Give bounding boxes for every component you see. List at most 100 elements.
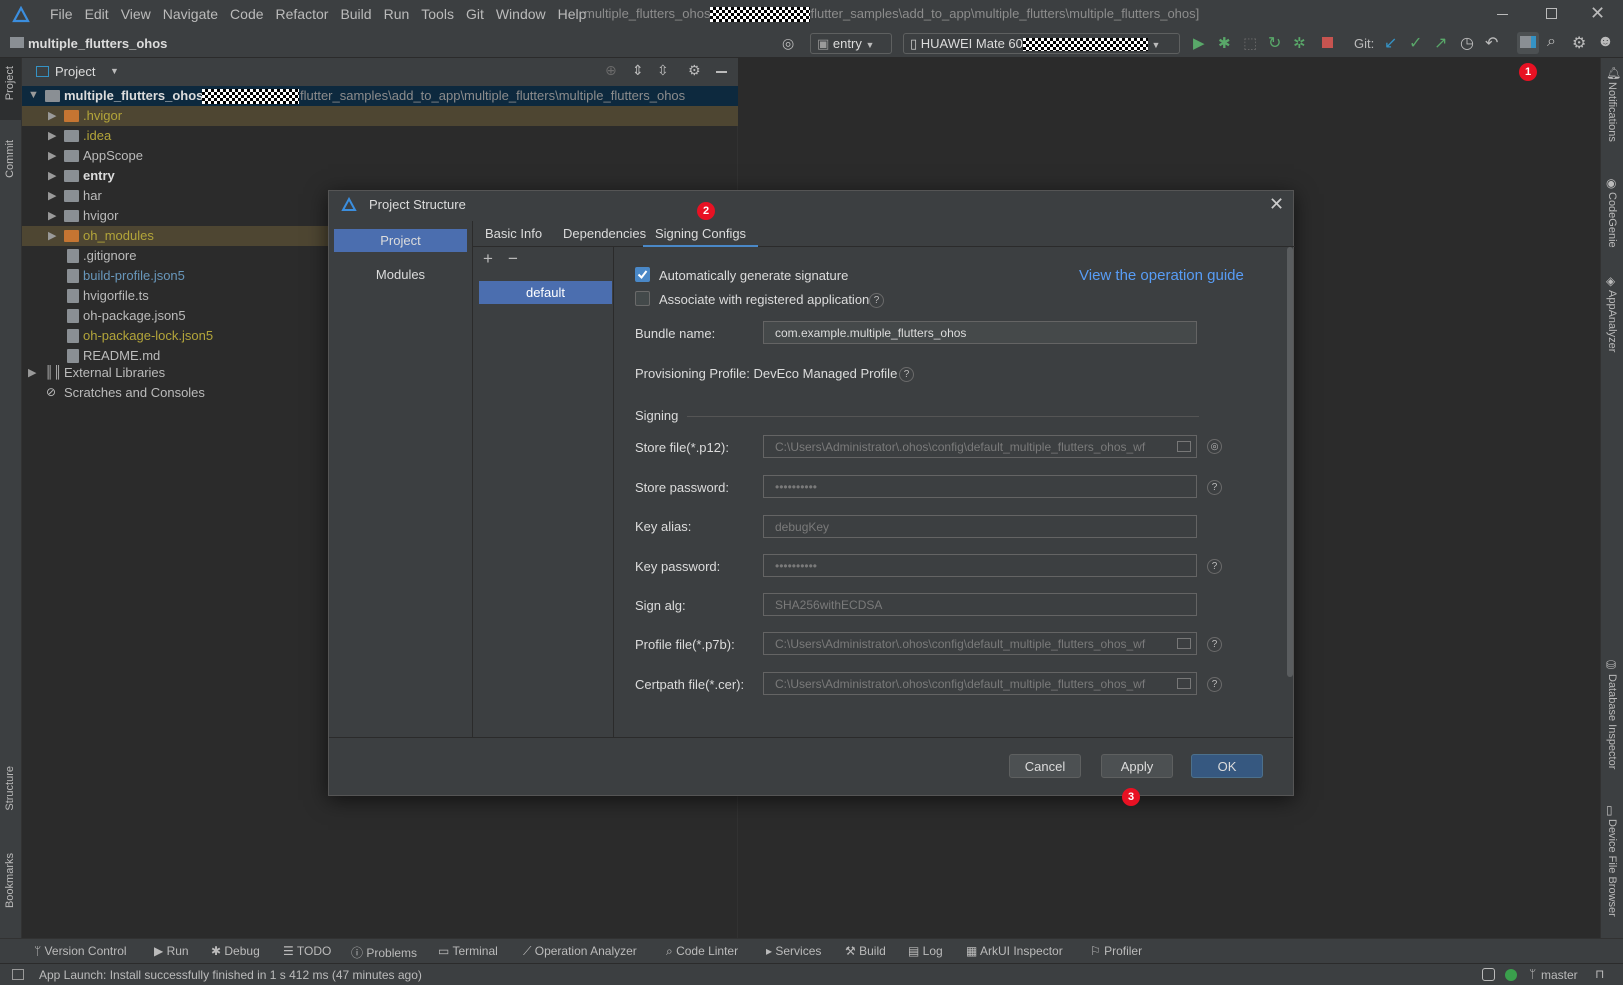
settings-gear-icon[interactable]: ⚙ bbox=[1572, 33, 1586, 53]
tool-profiler[interactable]: ⚐ Profiler bbox=[1090, 944, 1142, 958]
chevron-down-icon[interactable]: ▼ bbox=[28, 89, 39, 101]
operation-guide-link[interactable]: View the operation guide bbox=[1079, 267, 1244, 284]
status-message[interactable]: App Launch: Install successfully finishe… bbox=[39, 968, 422, 982]
collapse-all-icon[interactable]: ⇳ bbox=[657, 62, 669, 79]
menu-refactor[interactable]: Refactor bbox=[270, 6, 335, 22]
nav-modules[interactable]: Modules bbox=[334, 263, 467, 286]
browse-folder-icon[interactable] bbox=[1177, 678, 1191, 689]
tool-operation-analyzer[interactable]: ⟋ Operation Analyzer bbox=[523, 944, 637, 959]
tool-tab-database-inspector[interactable]: Database Inspector bbox=[1606, 674, 1618, 769]
tool-log[interactable]: ▤ Log bbox=[908, 944, 943, 958]
minimize-icon[interactable] bbox=[1497, 14, 1508, 15]
tool-problems[interactable]: ⓘ Problems bbox=[351, 944, 417, 961]
ok-button[interactable]: OK bbox=[1191, 754, 1263, 778]
certpath-file-field[interactable]: C:\Users\Administrator\.ohos\config\defa… bbox=[763, 672, 1197, 695]
help-icon[interactable]: ? bbox=[869, 293, 884, 308]
rollback-icon[interactable]: ↶ bbox=[1485, 33, 1498, 53]
associate-checkbox[interactable] bbox=[635, 291, 650, 306]
menu-view[interactable]: View bbox=[115, 6, 157, 22]
apply-button[interactable]: Apply bbox=[1101, 754, 1173, 778]
profile-file-field[interactable]: C:\Users\Administrator\.ohos\config\defa… bbox=[763, 632, 1197, 655]
chevron-right-icon[interactable]: ▶ bbox=[48, 189, 56, 202]
sign-alg-field[interactable]: SHA256withECDSA bbox=[763, 593, 1197, 616]
lock-icon[interactable]: ⊓ bbox=[1595, 967, 1604, 981]
help-icon[interactable]: ? bbox=[899, 367, 914, 382]
panel-gear-icon[interactable]: ⚙ bbox=[688, 62, 701, 79]
form-scrollbar[interactable] bbox=[1287, 247, 1293, 677]
tree-root[interactable]: ▼ multiple_flutters_ohos flutter_samples… bbox=[22, 86, 738, 106]
tab-basic-info[interactable]: Basic Info bbox=[485, 226, 542, 241]
codegenie-icon[interactable]: ◉ bbox=[1606, 176, 1616, 190]
menu-code[interactable]: Code bbox=[224, 6, 269, 22]
run-config-select[interactable]: ▣ entry ▼ bbox=[810, 33, 892, 54]
profile-icon[interactable]: ✲ bbox=[1293, 34, 1306, 52]
help-icon[interactable]: ? bbox=[1207, 480, 1222, 495]
hide-panel-icon[interactable] bbox=[716, 71, 727, 73]
tool-tab-appanalyzer[interactable]: AppAnalyzer bbox=[1606, 290, 1618, 352]
tree-item[interactable]: ▶ .hvigor bbox=[22, 106, 738, 126]
chevron-right-icon[interactable]: ▶ bbox=[28, 366, 36, 379]
notifications-bell-icon[interactable]: 🔔︎ bbox=[1606, 66, 1621, 80]
key-alias-field[interactable]: debugKey bbox=[763, 515, 1197, 538]
attach-debugger-icon[interactable]: ⬚ bbox=[1243, 34, 1257, 52]
close-icon[interactable]: ✕ bbox=[1269, 194, 1284, 215]
device-file-icon[interactable]: ▯ bbox=[1606, 803, 1613, 817]
target-icon[interactable]: ◎ bbox=[782, 35, 794, 52]
menu-file[interactable]: File bbox=[44, 6, 79, 22]
menu-navigate[interactable]: Navigate bbox=[157, 6, 224, 22]
cancel-button[interactable]: Cancel bbox=[1009, 754, 1081, 778]
help-icon[interactable]: ? bbox=[1207, 637, 1222, 652]
tool-tab-structure[interactable]: Structure bbox=[4, 766, 16, 811]
menu-run[interactable]: Run bbox=[378, 6, 416, 22]
run-icon[interactable]: ▶ bbox=[1193, 34, 1205, 52]
menu-window[interactable]: Window bbox=[490, 6, 552, 22]
config-item-default[interactable]: default bbox=[479, 281, 612, 304]
help-icon[interactable]: ? bbox=[1207, 559, 1222, 574]
menu-edit[interactable]: Edit bbox=[79, 6, 115, 22]
database-icon[interactable]: ⛁ bbox=[1606, 658, 1616, 672]
chevron-right-icon[interactable]: ▶ bbox=[48, 129, 56, 142]
store-file-field[interactable]: C:\Users\Administrator\.ohos\config\defa… bbox=[763, 435, 1197, 458]
store-password-field[interactable]: •••••••••• bbox=[763, 475, 1197, 498]
git-branch[interactable]: master bbox=[1541, 968, 1578, 982]
help-icon[interactable]: ? bbox=[1207, 677, 1222, 692]
chevron-down-icon[interactable]: ▼ bbox=[110, 66, 119, 76]
git-push-icon[interactable]: ↗ bbox=[1434, 33, 1447, 53]
locate-icon[interactable]: ⊕ bbox=[605, 62, 617, 79]
tool-arkui-inspector[interactable]: ▦ ArkUI Inspector bbox=[966, 944, 1063, 958]
tool-tab-notifications[interactable]: Notifications bbox=[1606, 82, 1618, 142]
stop-icon[interactable] bbox=[1322, 37, 1333, 48]
browse-folder-icon[interactable] bbox=[1177, 441, 1191, 452]
remove-icon[interactable]: − bbox=[508, 249, 518, 269]
git-update-icon[interactable]: ↙ bbox=[1384, 33, 1397, 53]
tool-todo[interactable]: ☰ TODO bbox=[283, 944, 331, 958]
add-icon[interactable]: + bbox=[483, 249, 493, 269]
chevron-right-icon[interactable]: ▶ bbox=[48, 209, 56, 222]
close-icon[interactable]: ✕ bbox=[1590, 3, 1605, 24]
chevron-right-icon[interactable]: ▶ bbox=[48, 229, 56, 242]
key-password-field[interactable]: •••••••••• bbox=[763, 554, 1197, 577]
panel-toggle-icon[interactable] bbox=[12, 969, 24, 980]
maximize-icon[interactable] bbox=[1546, 8, 1557, 19]
menu-git[interactable]: Git bbox=[460, 6, 490, 22]
tool-build[interactable]: ⚒ Build bbox=[845, 944, 886, 958]
project-name[interactable]: multiple_flutters_ohos bbox=[28, 36, 167, 51]
codegenie-status-icon[interactable] bbox=[1482, 968, 1495, 981]
tool-debug[interactable]: ✱ Debug bbox=[211, 944, 260, 958]
nav-project[interactable]: Project bbox=[334, 229, 467, 252]
tool-services[interactable]: ▸ Services bbox=[766, 944, 821, 958]
project-structure-icon[interactable] bbox=[1517, 32, 1539, 54]
menu-tools[interactable]: Tools bbox=[415, 6, 460, 22]
chevron-right-icon[interactable]: ▶ bbox=[48, 169, 56, 182]
debug-icon[interactable]: ✱ bbox=[1218, 34, 1231, 52]
apply-changes-icon[interactable]: ↻ bbox=[1268, 33, 1281, 53]
fingerprint-icon[interactable]: ◎ bbox=[1207, 439, 1222, 454]
tree-item[interactable]: ▶ entry bbox=[22, 166, 738, 186]
tool-tab-device-file-browser[interactable]: Device File Browser bbox=[1606, 819, 1618, 917]
browse-folder-icon[interactable] bbox=[1177, 638, 1191, 649]
auto-sign-checkbox[interactable] bbox=[635, 267, 650, 282]
tool-terminal[interactable]: ▭ Terminal bbox=[438, 944, 498, 958]
chevron-right-icon[interactable]: ▶ bbox=[48, 109, 56, 122]
tool-tab-codegenie[interactable]: CodeGenie bbox=[1606, 192, 1618, 248]
tree-item[interactable]: ▶ .idea bbox=[22, 126, 738, 146]
